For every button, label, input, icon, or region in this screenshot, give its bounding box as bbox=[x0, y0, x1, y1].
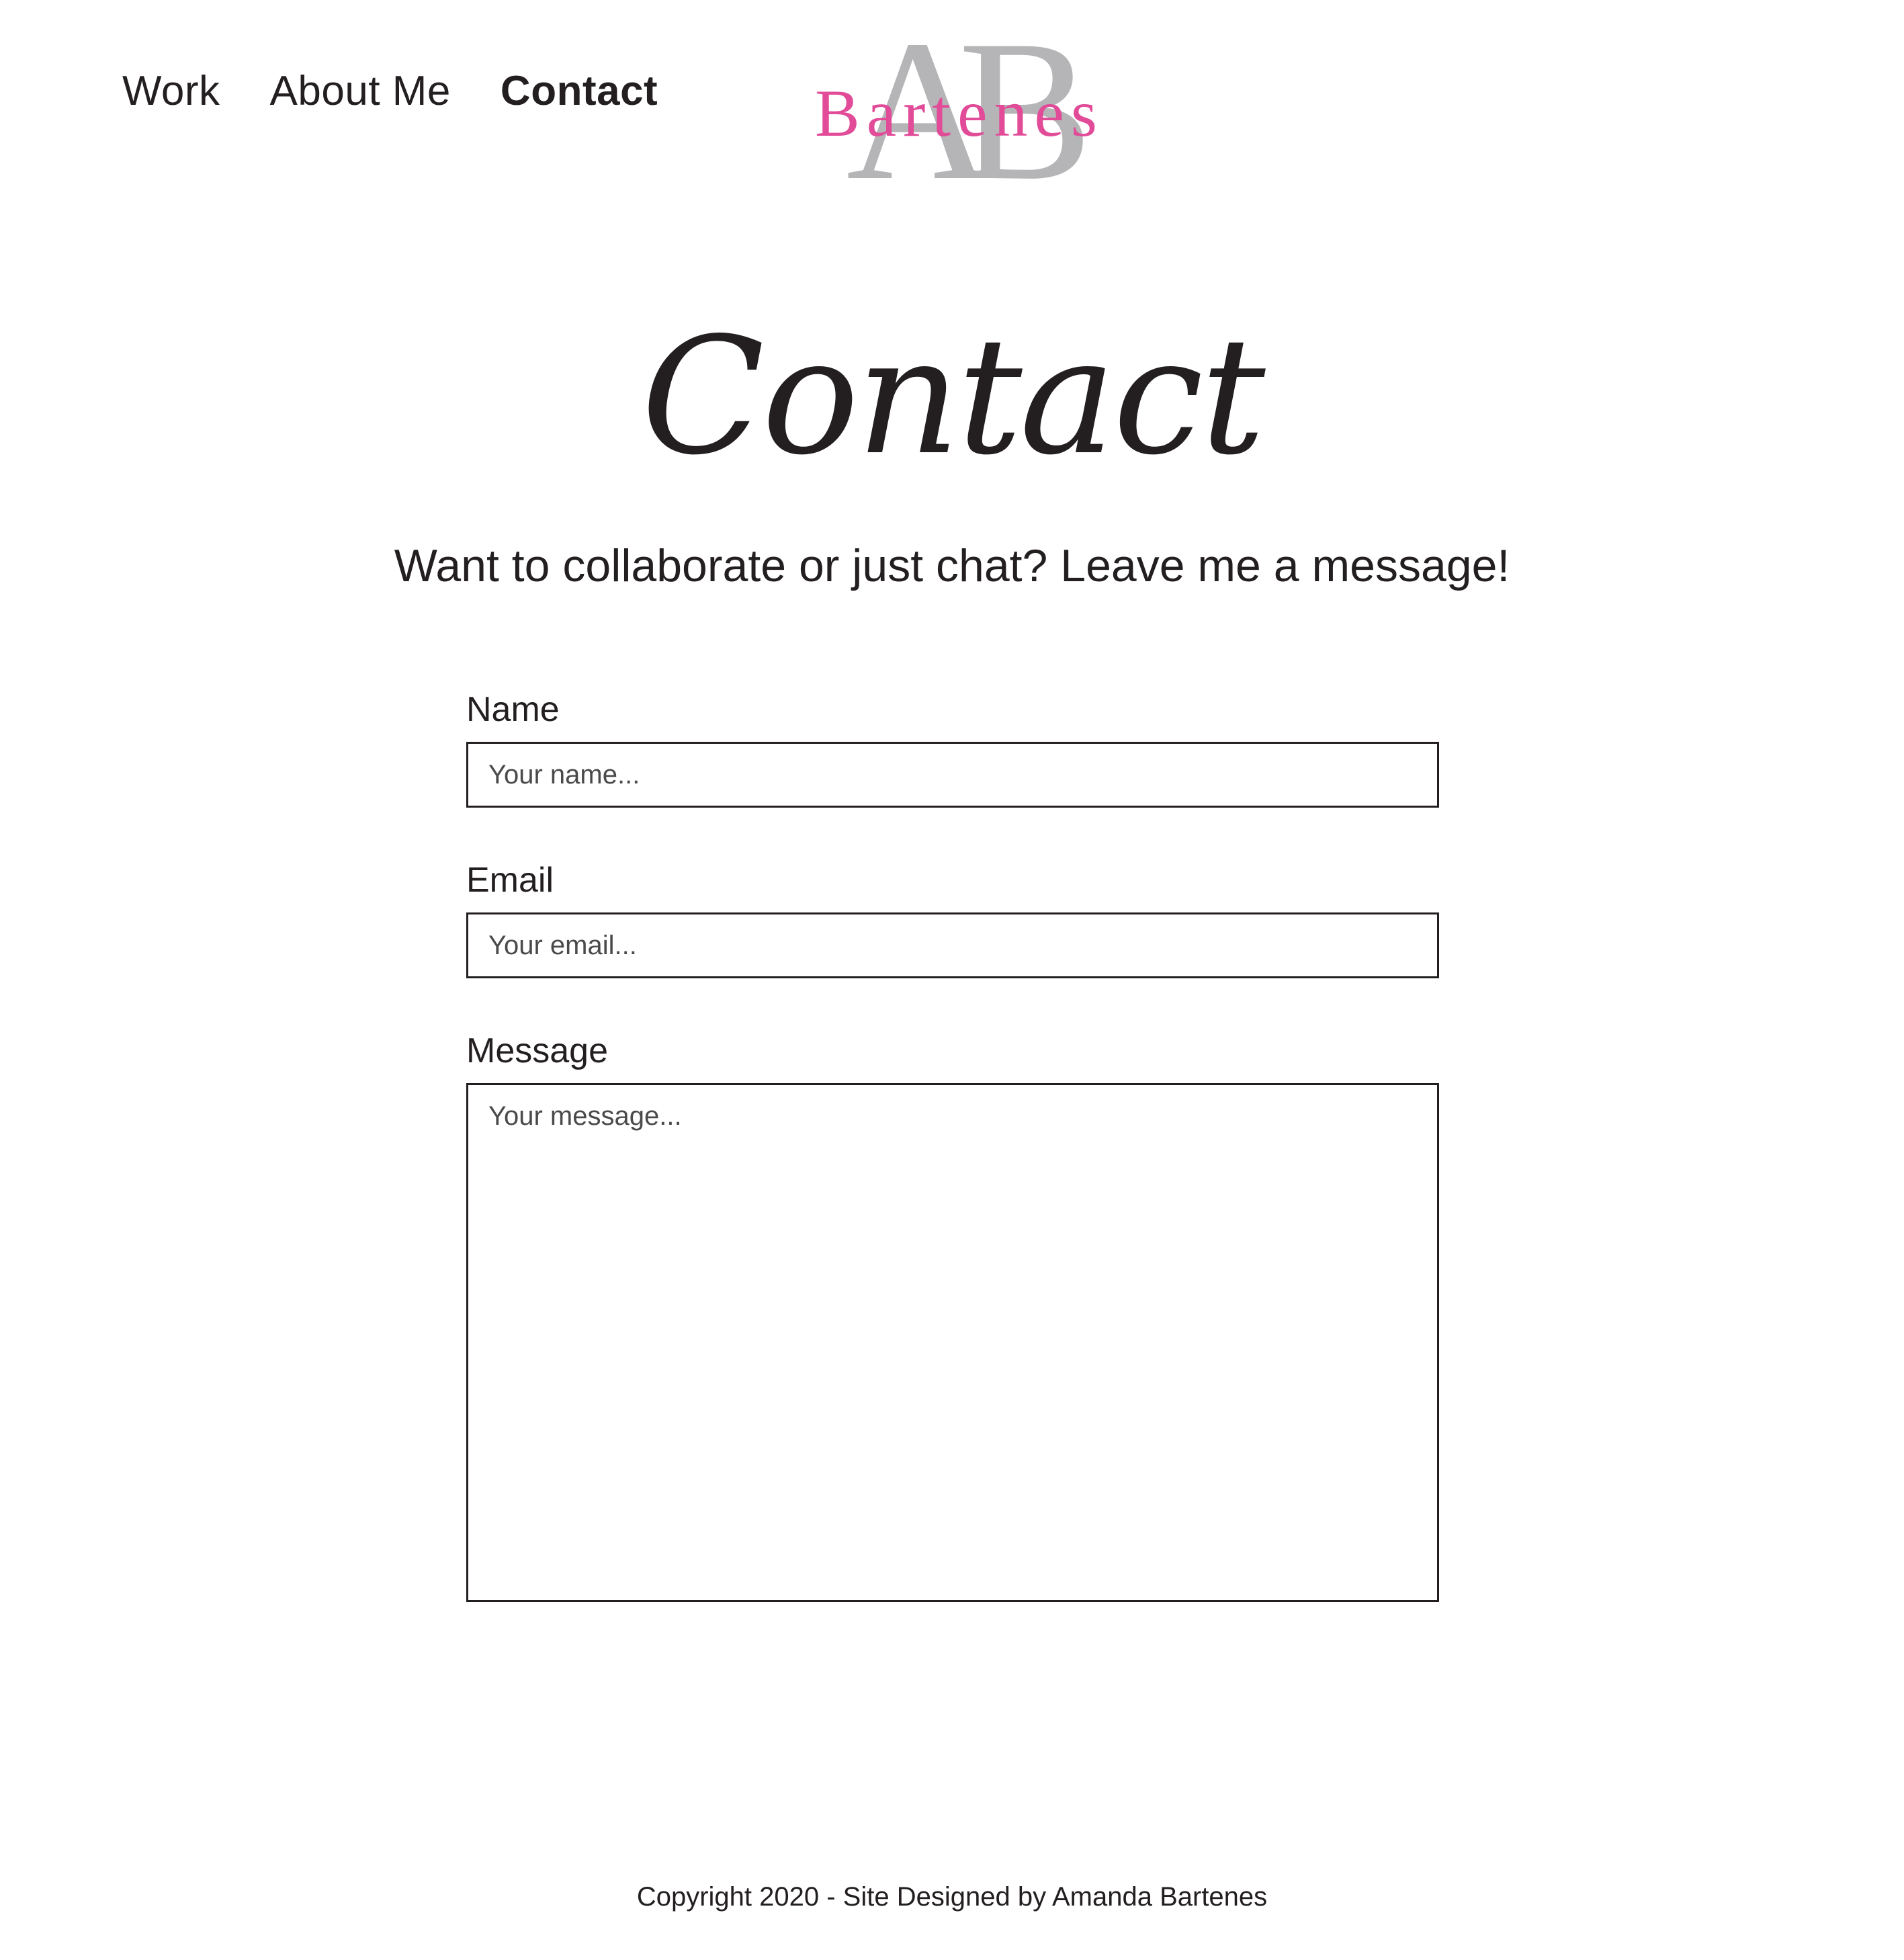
main-nav: Work About Me Contact bbox=[122, 71, 658, 112]
site-logo[interactable]: AB Bartenes bbox=[815, 9, 1104, 211]
page-title: Contact bbox=[641, 302, 1265, 491]
nav-item-about-me[interactable]: About Me bbox=[270, 71, 451, 112]
footer-copyright: Copyright 2020 - Site Designed by Amanda… bbox=[636, 1882, 1268, 1912]
email-input[interactable] bbox=[466, 912, 1439, 978]
page-subtitle: Want to collaborate or just chat? Leave … bbox=[394, 540, 1510, 591]
message-textarea[interactable] bbox=[466, 1083, 1439, 1602]
nav-item-contact[interactable]: Contact bbox=[501, 71, 658, 112]
name-group: Name bbox=[466, 692, 1439, 808]
email-group: Email bbox=[466, 863, 1439, 978]
message-group: Message bbox=[466, 1033, 1439, 1602]
name-label: Name bbox=[466, 690, 560, 729]
contact-form: Name Email Message bbox=[466, 692, 1439, 1602]
logo-name: Bartenes bbox=[815, 76, 1104, 151]
email-label: Email bbox=[466, 861, 554, 900]
nav-item-work[interactable]: Work bbox=[122, 71, 220, 112]
message-label: Message bbox=[466, 1031, 608, 1070]
name-input[interactable] bbox=[466, 742, 1439, 808]
